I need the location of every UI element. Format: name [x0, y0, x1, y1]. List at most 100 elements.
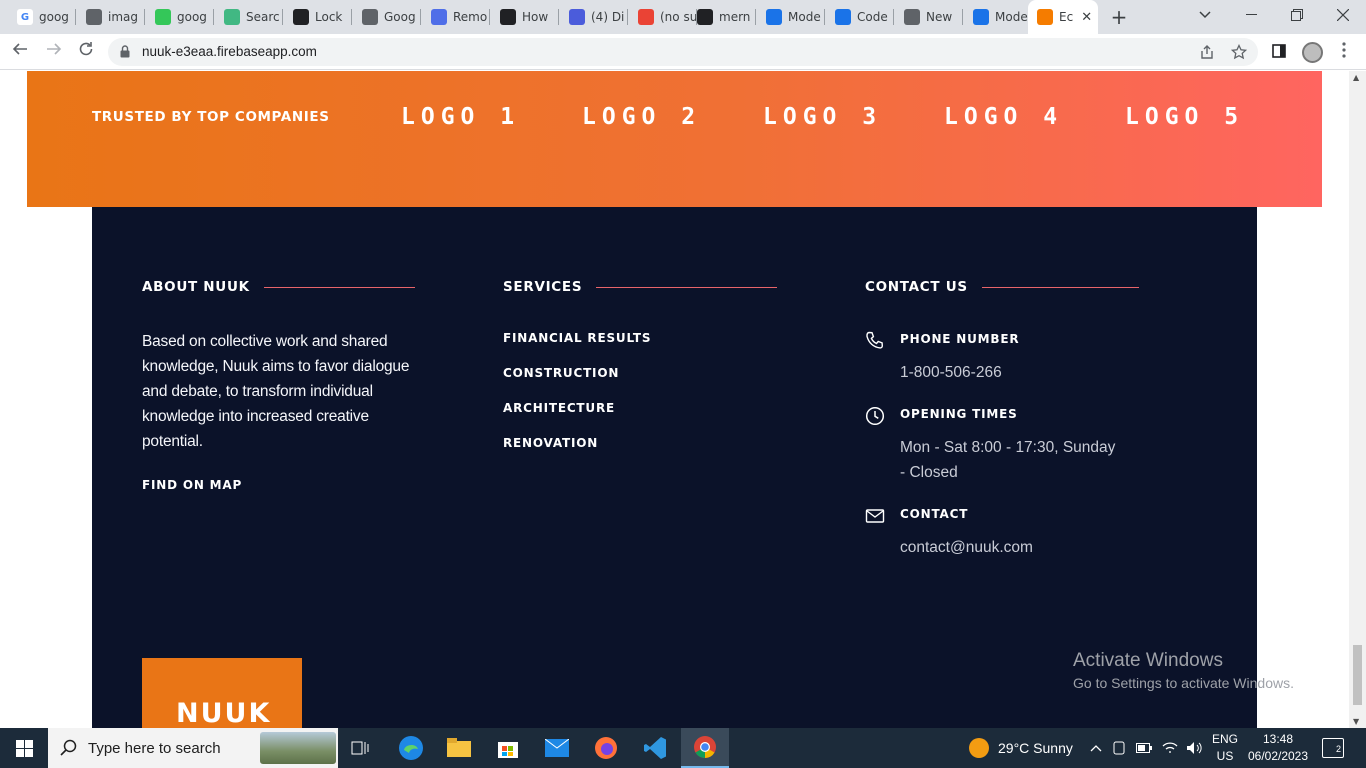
orange-square-icon	[1037, 9, 1053, 25]
tab-close-icon[interactable]: ✕	[1081, 10, 1092, 25]
windows-logo-icon	[15, 739, 33, 757]
browser-tab[interactable]: Lock	[284, 4, 352, 30]
start-button[interactable]	[0, 728, 48, 768]
browser-tab[interactable]: (no su	[629, 4, 697, 30]
taskbar-search-box[interactable]: Type here to search	[48, 728, 338, 768]
taskbar-clock[interactable]: 13:48 06/02/2023	[1240, 731, 1316, 765]
browser-tab[interactable]: How	[491, 4, 559, 30]
about-text: Based on collective work and shared know…	[142, 333, 410, 450]
tray-icons[interactable]	[1090, 728, 1202, 768]
taskbar-store[interactable]	[484, 728, 532, 768]
email-value[interactable]: contact@nuuk.com	[900, 535, 1139, 560]
tab-separator	[962, 9, 963, 25]
services-heading: SERVICES	[503, 279, 777, 295]
edge-icon	[399, 736, 423, 760]
globe-icon	[86, 9, 102, 25]
restore-button[interactable]	[1274, 0, 1320, 30]
minimize-icon	[1245, 14, 1257, 15]
meet-now-icon[interactable]	[1112, 741, 1126, 755]
trusted-companies-banner: TRUSTED BY TOP COMPANIES LOGO 1 LOGO 2 L…	[27, 71, 1322, 207]
services-list: FINANCIAL RESULTS CONSTRUCTION ARCHITECT…	[503, 331, 777, 471]
notification-center-icon[interactable]: 2	[1322, 738, 1344, 758]
phone-value[interactable]: 1-800-506-266	[900, 360, 1139, 385]
close-window-button[interactable]	[1320, 0, 1366, 30]
profile-avatar[interactable]	[1302, 42, 1323, 63]
browser-tab[interactable]: goog	[146, 4, 214, 30]
address-bar[interactable]: nuuk-e3eaa.firebaseapp.com	[108, 38, 1258, 66]
browser-tab[interactable]: mern	[688, 4, 756, 30]
browser-tab[interactable]: Mode	[964, 4, 1032, 30]
side-panel-icon[interactable]	[1270, 44, 1288, 62]
scroll-down-arrow-icon[interactable]: ▼	[1353, 717, 1359, 726]
tab-title: goog	[177, 10, 207, 24]
service-link-construction[interactable]: CONSTRUCTION	[503, 366, 777, 401]
email-item: CONTACT contact@nuuk.com	[865, 506, 1139, 560]
weather-widget[interactable]: 29°C Sunny	[968, 728, 1073, 768]
tab-separator	[755, 9, 756, 25]
task-view-button[interactable]	[336, 728, 384, 768]
phone-icon	[866, 331, 884, 349]
browser-tab[interactable]: Ec ✕	[1028, 0, 1098, 34]
service-link-financial-results[interactable]: FINANCIAL RESULTS	[503, 331, 777, 366]
chevron-up-icon[interactable]	[1090, 744, 1102, 752]
taskbar-mail[interactable]	[533, 728, 581, 768]
trusted-label: TRUSTED BY TOP COMPANIES	[92, 109, 330, 125]
browser-tab[interactable]: (4) Di	[560, 4, 628, 30]
tab-search-button[interactable]	[1182, 0, 1228, 30]
firefox-icon	[595, 737, 617, 759]
more-vertical-icon	[1342, 42, 1346, 58]
heading-divider	[981, 286, 1139, 288]
browser-tab[interactable]: Code	[826, 4, 894, 30]
heading-divider	[263, 286, 415, 288]
contact-heading: CONTACT US	[865, 279, 1139, 295]
taskbar-firefox[interactable]	[582, 728, 630, 768]
vscode-icon	[644, 737, 666, 759]
page-scrollbar[interactable]: ▲ ▼	[1349, 71, 1366, 728]
tab-title: imag	[108, 10, 138, 24]
search-placeholder[interactable]: Type here to search	[88, 740, 221, 757]
taskbar-file-explorer[interactable]	[435, 728, 483, 768]
reload-button[interactable]	[74, 40, 98, 64]
browser-tab[interactable]: Goog	[353, 4, 421, 30]
taskbar-edge[interactable]	[387, 728, 435, 768]
scrollbar-thumb[interactable]	[1353, 645, 1362, 705]
restore-icon	[1291, 9, 1303, 21]
battery-icon[interactable]	[1136, 743, 1152, 753]
wifi-icon[interactable]	[1162, 742, 1178, 754]
bookmark-star-icon[interactable]	[1230, 43, 1248, 62]
taskbar-vscode[interactable]	[631, 728, 679, 768]
language-indicator[interactable]: ENG US	[1212, 728, 1238, 768]
service-link-architecture[interactable]: ARCHITECTURE	[503, 401, 777, 436]
tab-separator	[75, 9, 76, 25]
browser-tab[interactable]: New	[895, 4, 963, 30]
scroll-up-arrow-icon[interactable]: ▲	[1353, 73, 1359, 82]
new-tab-button[interactable]: +	[1108, 6, 1130, 28]
browser-tab[interactable]: Mode	[757, 4, 825, 30]
phone-label: PHONE NUMBER	[900, 332, 1020, 346]
share-icon[interactable]	[1198, 44, 1216, 62]
tab-title: Searc	[246, 10, 280, 24]
tab-separator	[558, 9, 559, 25]
find-on-map-link[interactable]: FIND ON MAP	[142, 478, 415, 492]
browser-tab[interactable]: Ggoog	[8, 4, 76, 30]
lock-icon[interactable]	[120, 45, 130, 58]
url-text[interactable]: nuuk-e3eaa.firebaseapp.com	[142, 44, 317, 59]
contact-heading-text: CONTACT US	[865, 279, 968, 295]
tab-separator	[282, 9, 283, 25]
windows-taskbar: Type here to search 29°C Sunny ENG US 13…	[0, 728, 1366, 768]
nuuk-logo-box[interactable]: NUUK	[142, 658, 302, 728]
browser-tab[interactable]: Remo	[422, 4, 490, 30]
forward-button[interactable]	[42, 40, 66, 64]
taskbar-chrome[interactable]	[681, 728, 729, 768]
minimize-button[interactable]	[1228, 0, 1274, 30]
volume-icon[interactable]	[1186, 741, 1202, 755]
weather-text: 29°C Sunny	[998, 740, 1073, 756]
browser-menu-button[interactable]	[1336, 42, 1352, 64]
tab-separator	[489, 9, 490, 25]
activate-windows-watermark: Activate Windows Go to Settings to activ…	[1073, 650, 1294, 691]
browser-tab[interactable]: Searc	[215, 4, 283, 30]
hours-value: Mon - Sat 8:00 - 17:30, Sunday - Closed	[900, 439, 1116, 481]
service-link-renovation[interactable]: RENOVATION	[503, 436, 777, 471]
browser-tab[interactable]: imag	[77, 4, 145, 30]
back-button[interactable]	[8, 40, 32, 64]
